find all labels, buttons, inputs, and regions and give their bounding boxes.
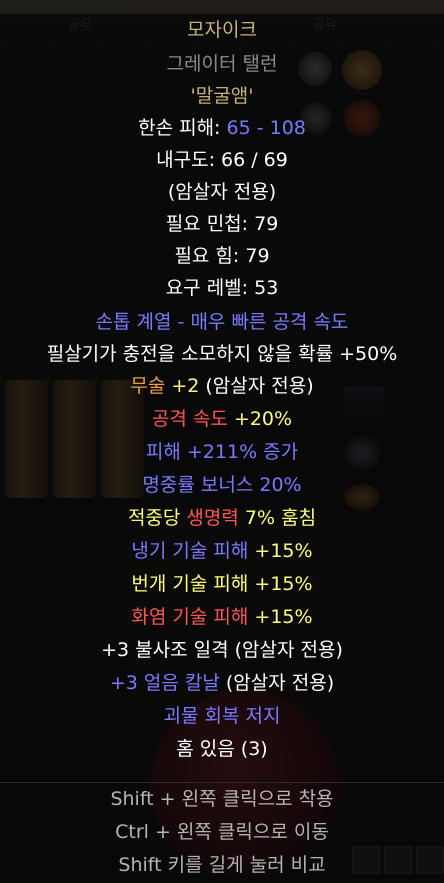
affix-damage-name: 피해 — [145, 441, 181, 463]
affix-life-steal-value: 7% 훔침 — [238, 507, 317, 529]
affix-martial-arts-name: 무술 — [130, 375, 166, 397]
affix-martial-arts-class: (암살자 전용) — [199, 375, 314, 397]
required-strength: 필요 힘: 79 — [174, 245, 270, 267]
affix-phoenix-strike: +3 불사조 일격 (암살자 전용) — [101, 639, 343, 661]
item-name: 모자이크 — [187, 19, 257, 41]
affix-martial-arts: 무술 +2 (암살자 전용) — [0, 374, 444, 398]
item-base-type: 그레이터 탤런 — [166, 53, 278, 75]
affix-attack-speed-value: +20% — [227, 408, 293, 430]
durability-line: 내구도: 66 / 69 — [156, 149, 288, 171]
affix-charge-line: 필살기가 충전을 소모하지 않을 확률 +50% — [46, 343, 398, 365]
socket-count: 홈 있음 (3) — [176, 738, 268, 760]
affix-cold-damage: 냉기 기술 피해 +15% — [0, 539, 444, 563]
affix-lightning-damage-name: 번개 기술 피해 — [131, 573, 249, 595]
affix-martial-arts-value: +2 — [165, 375, 200, 397]
item-tooltip: 모자이크 그레이터 탤런 '말굴앰' 한손 피해: 65 - 108 내구도: … — [0, 14, 444, 883]
affix-damage: 피해 +211% 증가 — [0, 440, 444, 464]
affix-attack-speed-name: 공격 속도 — [151, 408, 228, 430]
affix-damage-value: +211% 증가 — [180, 441, 299, 463]
affix-lightning-damage: 번개 기술 피해 +15% — [0, 572, 444, 596]
affix-fire-damage-name: 화염 기술 피해 — [131, 606, 249, 628]
tooltip-divider — [0, 782, 444, 783]
hint-equip: Shift + 왼쪽 클릭으로 착용 — [110, 788, 334, 810]
affix-life-steal: 적중당 생명력 7% 훔침 — [0, 506, 444, 530]
affix-lightning-damage-value: +15% — [248, 573, 313, 595]
affix-fire-damage: 화염 기술 피해 +15% — [0, 605, 444, 629]
damage-label: 한손 피해: — [138, 117, 227, 139]
affix-attack-rating: 명중률 보너스 20% — [142, 474, 302, 496]
runeword-recipe: '말굴앰' — [190, 85, 254, 107]
affix-life-steal-life: 생명력 — [186, 507, 239, 529]
hint-move: Ctrl + 왼쪽 클릭으로 이동 — [115, 821, 329, 843]
class-restriction: (암살자 전용) — [167, 181, 277, 203]
affix-blades-of-ice: +3 얼음 칼날 (암살자 전용) — [0, 671, 444, 695]
required-level: 요구 레벨: 53 — [165, 277, 279, 299]
damage-line: 한손 피해: 65 - 108 — [0, 116, 444, 140]
affix-prevent-heal: 괴물 회복 저지 — [163, 705, 281, 727]
affix-fire-damage-value: +15% — [248, 606, 313, 628]
affix-attack-speed: 공격 속도 +20% — [0, 407, 444, 431]
damage-value: 65 - 108 — [226, 117, 306, 139]
hint-compare: Shift 키를 길게 눌러 비교 — [118, 854, 326, 876]
affix-life-steal-prefix: 적중당 — [127, 507, 187, 529]
affix-cold-damage-value: +15% — [248, 540, 313, 562]
required-dexterity: 필요 민첩: 79 — [165, 213, 279, 235]
affix-blades-of-ice-name: +3 얼음 칼날 — [109, 672, 220, 694]
affix-blades-of-ice-class: (암살자 전용) — [219, 672, 335, 694]
affix-cold-damage-name: 냉기 기술 피해 — [131, 540, 249, 562]
weapon-class: 손톱 계열 - 매우 빠른 공격 속도 — [95, 311, 349, 333]
